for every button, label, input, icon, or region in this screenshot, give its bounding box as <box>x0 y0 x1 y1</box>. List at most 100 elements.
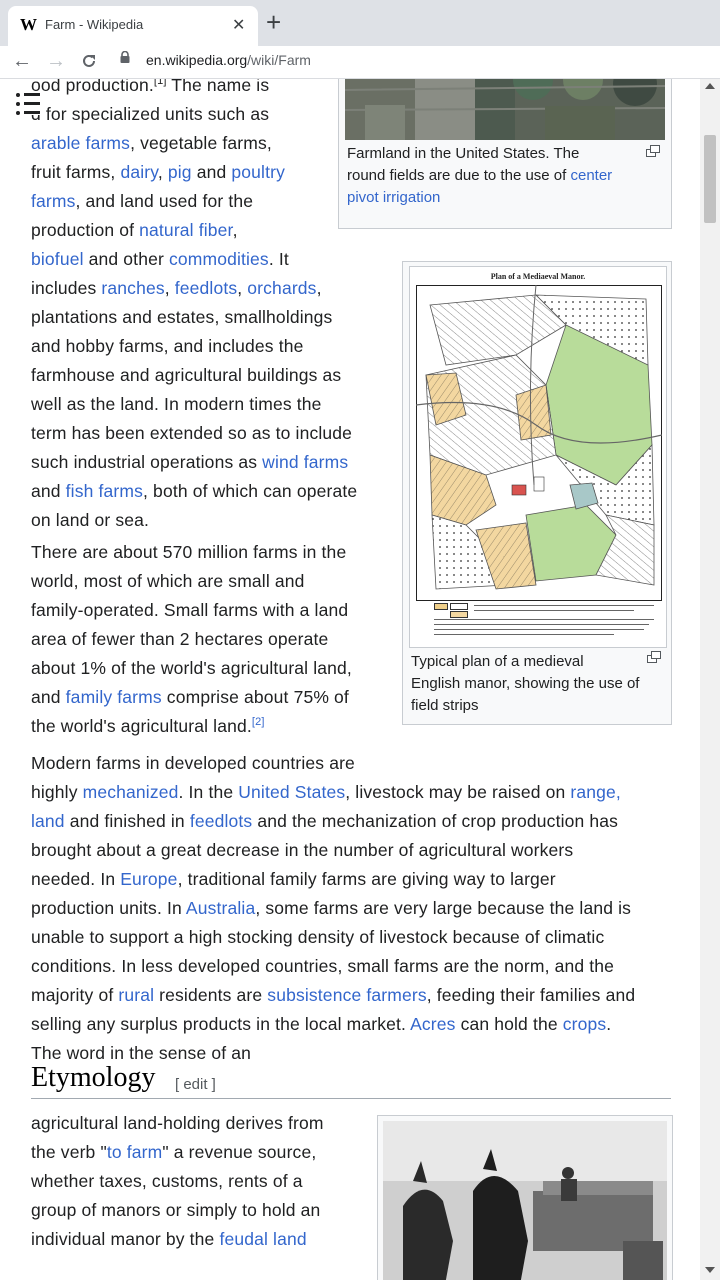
article-text: and <box>31 687 66 707</box>
article-text: on land or sea. <box>31 510 150 530</box>
caption-line: Typical plan of a medieval <box>411 651 667 673</box>
article-text: world, most of which are small and <box>31 571 305 591</box>
article-link[interactable]: Europe <box>120 869 177 889</box>
article-text: and <box>191 162 232 182</box>
article-link[interactable]: Acres <box>410 1014 455 1034</box>
article-line: selling any surplus products in the loca… <box>31 1014 611 1035</box>
article-text: , vegetable farms, <box>130 133 272 153</box>
article-text: round fields are due to the use of <box>347 167 571 184</box>
article-text: plantations and estates, smallholdings <box>31 307 333 327</box>
forward-arrow-icon[interactable]: → <box>46 47 66 75</box>
article-text: [1] <box>153 79 167 88</box>
caption-line: round fields are due to the use of cente… <box>347 165 647 187</box>
article-line: The word in the sense of an <box>31 1043 251 1064</box>
url-path: /wiki/Farm <box>247 52 311 68</box>
article-text: about 1% of the world's agricultural lan… <box>31 658 352 678</box>
article-text: , feeding their families and <box>426 985 636 1005</box>
article-line: farmhouse and agricultural buildings as <box>31 365 341 386</box>
enlarge-icon[interactable] <box>647 651 661 663</box>
article-text: . It <box>268 249 289 269</box>
scroll-up-icon[interactable] <box>705 83 715 89</box>
enlarge-icon[interactable] <box>646 145 660 157</box>
horses-photo-image[interactable] <box>383 1121 667 1280</box>
article-text: fruit farms, <box>31 162 121 182</box>
lock-icon[interactable] <box>120 51 130 63</box>
article-link[interactable]: subsistence farmers <box>267 985 426 1005</box>
manor-plan-image[interactable]: Plan of a Mediaeval Manor. <box>409 266 667 648</box>
page-scrollbar[interactable] <box>700 79 720 1280</box>
article-link[interactable]: biofuel <box>31 249 84 269</box>
article-text: , traditional family farms are giving wa… <box>177 869 556 889</box>
edit-section-link[interactable]: [ edit ] <box>175 1076 216 1093</box>
reload-icon[interactable] <box>80 52 98 70</box>
article-line: Modern farms in developed countries are <box>31 753 355 774</box>
article-link[interactable]: feedlots <box>190 811 253 831</box>
close-tab-icon[interactable]: ✕ <box>232 15 245 35</box>
article-link[interactable]: feudal land <box>219 1229 306 1249</box>
article-line: well as the land. In modern times the <box>31 394 322 415</box>
article-text: There are about 570 million farms in the <box>31 542 347 562</box>
article-text: field strips <box>411 697 479 714</box>
section-divider <box>31 1098 671 1099</box>
article-text: , and land used for the <box>75 191 254 211</box>
article-link[interactable]: dairy <box>120 162 157 182</box>
article-line: biofuel and other commodities. It <box>31 249 289 270</box>
article-link[interactable]: to farm <box>107 1142 163 1162</box>
scrollbar-thumb[interactable] <box>704 135 716 223</box>
figure-farmland: Farmland in the United States. The round … <box>338 79 672 229</box>
article-text: and other <box>83 249 169 269</box>
new-tab-button[interactable]: + <box>266 6 281 38</box>
back-arrow-icon[interactable]: ← <box>12 47 32 75</box>
article-link[interactable]: Australia <box>186 898 255 918</box>
browser-tab[interactable]: W Farm - Wikipedia ✕ <box>8 6 258 46</box>
address-bar[interactable]: en.wikipedia.org/wiki/Farm <box>146 52 311 68</box>
article-text: and the mechanization of crop production… <box>252 811 619 831</box>
article-text: unable to support a high stocking densit… <box>31 927 605 947</box>
article-link[interactable]: land <box>31 811 65 831</box>
article-link[interactable]: mechanized <box>83 782 179 802</box>
article-text: The word in the sense of an <box>31 1043 252 1063</box>
article-link[interactable]: fish farms <box>66 481 143 501</box>
article-link[interactable]: feedlots <box>175 278 238 298</box>
article-link[interactable]: family farms <box>66 687 162 707</box>
article-text: Farmland in the United States. The <box>347 145 580 162</box>
article-line: needed. In Europe, traditional family fa… <box>31 869 556 890</box>
article-text: , <box>316 278 322 298</box>
article-text: highly <box>31 782 83 802</box>
article-line: on land or sea. <box>31 510 149 531</box>
article-line: farms, and land used for the <box>31 191 253 212</box>
article-link[interactable]: [2] <box>252 716 265 728</box>
article-line: fruit farms, dairy, pig and poultry <box>31 162 285 183</box>
article-text: farmhouse and agricultural buildings as <box>31 365 342 385</box>
article-link[interactable]: pig <box>168 162 192 182</box>
article-link[interactable]: commodities <box>169 249 269 269</box>
article-line: world, most of which are small and <box>31 571 305 592</box>
article-line: d for specialized units such as <box>31 104 269 125</box>
article-link[interactable]: crops <box>563 1014 607 1034</box>
farmland-aerial-image[interactable] <box>345 79 665 140</box>
article-line: and family farms comprise about 75% of <box>31 687 349 708</box>
article-link[interactable]: United States <box>238 782 345 802</box>
article-link[interactable]: range, <box>570 782 621 802</box>
article-text: and <box>31 481 66 501</box>
article-line: whether taxes, customs, rents of a <box>31 1171 303 1192</box>
article-link[interactable]: center <box>570 167 612 184</box>
article-link[interactable]: ranches <box>101 278 164 298</box>
article-link[interactable]: poultry <box>231 162 285 182</box>
article-link[interactable]: pivot irrigation <box>347 189 440 206</box>
article-text: conditions. In less developed countries,… <box>31 956 615 976</box>
caption-line: English manor, showing the use of <box>411 673 667 695</box>
article-link[interactable]: orchards <box>247 278 316 298</box>
article-line: area of fewer than 2 hectares operate <box>31 629 328 650</box>
article-line: family-operated. Small farms with a land <box>31 600 348 621</box>
article-link[interactable]: arable farms <box>31 133 130 153</box>
article-line: conditions. In less developed countries,… <box>31 956 614 977</box>
scroll-down-icon[interactable] <box>705 1267 715 1273</box>
article-link[interactable]: wind farms <box>262 452 348 472</box>
article-link[interactable]: farms <box>31 191 76 211</box>
article-text: . In the <box>178 782 239 802</box>
table-of-contents-icon[interactable] <box>16 93 40 115</box>
article-text: term has been extended so as to include <box>31 423 353 443</box>
article-link[interactable]: rural <box>118 985 154 1005</box>
article-link[interactable]: natural fiber <box>139 220 232 240</box>
